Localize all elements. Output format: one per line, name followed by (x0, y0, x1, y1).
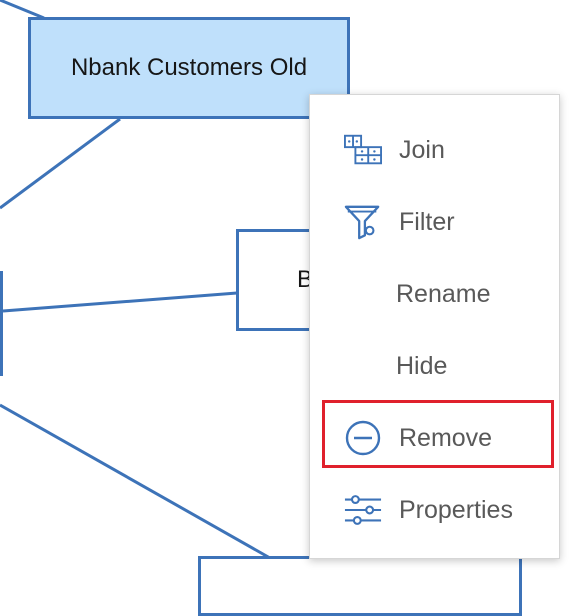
menu-item-label: Join (399, 135, 445, 164)
menu-item-label: Hide (396, 351, 448, 380)
diagram-node-selected[interactable]: Nbank Customers Old (28, 17, 350, 119)
connector-line (0, 403, 271, 560)
sliders-icon (344, 491, 382, 529)
menu-item-label: Rename (396, 279, 491, 308)
menu-item-hide[interactable]: Hide (310, 330, 561, 402)
connector-line (0, 117, 121, 210)
remove-highlight-box (322, 400, 554, 468)
filter-icon (344, 203, 382, 241)
menu-item-join[interactable]: Join (310, 114, 561, 186)
diagram-node-bottom[interactable] (198, 556, 522, 616)
menu-item-label: Filter (399, 207, 455, 236)
connector-line (2, 291, 238, 313)
diagram-node-partial-left[interactable] (0, 271, 3, 376)
node-label: Nbank Customers Old (70, 54, 308, 81)
context-menu: Join Filter Rename Hide Remove Propertie… (309, 94, 560, 559)
menu-item-rename[interactable]: Rename (310, 258, 561, 330)
menu-item-filter[interactable]: Filter (310, 186, 561, 258)
connector-line (0, 0, 45, 20)
join-icon (344, 131, 382, 169)
menu-item-label: Properties (399, 495, 513, 524)
menu-item-properties[interactable]: Properties (310, 474, 561, 546)
